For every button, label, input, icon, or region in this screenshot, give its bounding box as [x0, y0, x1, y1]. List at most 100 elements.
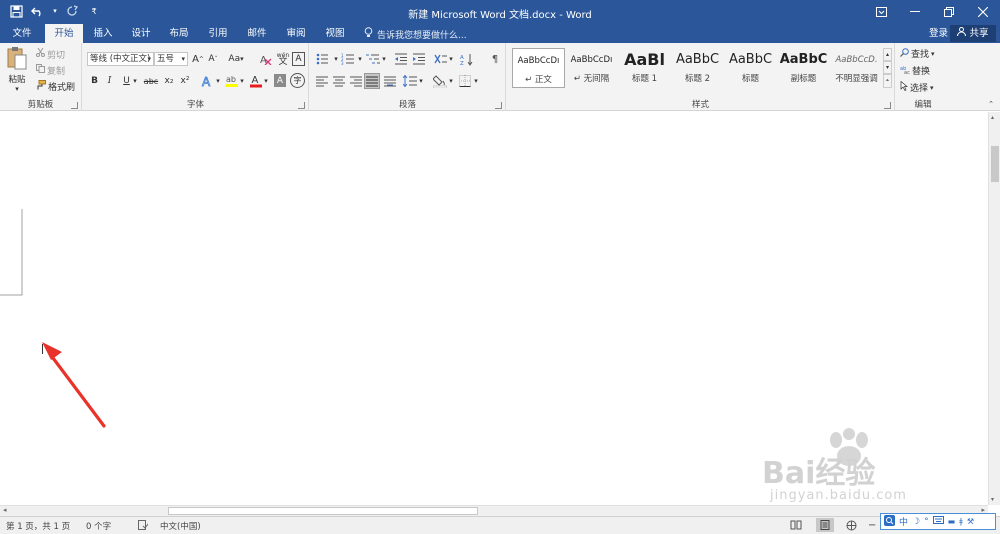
align-left-icon[interactable]: [315, 74, 329, 88]
web-layout-icon[interactable]: [846, 520, 857, 534]
tab-references[interactable]: 引用: [201, 24, 235, 43]
grow-font-icon[interactable]: A ^: [192, 52, 204, 66]
scroll-left-icon[interactable]: ◂: [3, 506, 7, 514]
paste-dropdown-icon[interactable]: ▾: [15, 85, 19, 93]
style-title[interactable]: AaBbC 标题: [724, 48, 777, 88]
styles-scroll-down-icon[interactable]: ▾: [883, 61, 892, 74]
tools-icon[interactable]: ǂ: [959, 517, 963, 526]
zoom-out-icon[interactable]: −: [868, 520, 876, 531]
highlight-dropdown-icon[interactable]: ▾: [239, 74, 245, 88]
paragraph-launcher-icon[interactable]: [495, 102, 502, 109]
copy-button[interactable]: 复制: [36, 63, 65, 77]
tell-me-box[interactable]: 告诉我您想要做什么...: [364, 27, 467, 41]
tab-file[interactable]: 文件: [4, 24, 40, 43]
italic-button[interactable]: I: [104, 74, 115, 88]
language-indicator[interactable]: 中文(中国): [160, 520, 201, 532]
ime-search-icon[interactable]: [884, 514, 895, 529]
replace-button[interactable]: ab ac 替换: [900, 64, 930, 78]
change-case-button[interactable]: Aa ▾: [226, 52, 246, 66]
scroll-up-icon[interactable]: ▴: [991, 114, 994, 121]
superscript-button[interactable]: x²: [179, 74, 191, 88]
style-no-spacing[interactable]: AaBbCcDı ↵ 无间隔: [565, 48, 618, 88]
text-effects-dropdown-icon[interactable]: ▾: [215, 74, 221, 88]
numbering-dropdown-icon[interactable]: ▾: [357, 52, 363, 66]
vertical-scrollbar[interactable]: ▴ ▾: [988, 112, 1000, 505]
close-icon[interactable]: [966, 0, 1000, 24]
minimize-icon[interactable]: [898, 0, 932, 24]
ime-toolbar[interactable]: 中 ☽ ° ▬ ǂ ⚒: [880, 513, 996, 530]
tab-mailings[interactable]: 邮件: [240, 24, 274, 43]
style-heading-2[interactable]: AaBbC 标题 2: [671, 48, 724, 88]
tab-home[interactable]: 开始: [45, 24, 83, 43]
keyboard-icon[interactable]: [932, 516, 944, 527]
vertical-scroll-thumb[interactable]: [991, 146, 999, 182]
subscript-button[interactable]: x₂: [163, 74, 175, 88]
enclose-characters-icon[interactable]: 字: [290, 73, 305, 88]
styles-scroll-up-icon[interactable]: ▴: [883, 48, 892, 61]
print-layout-icon[interactable]: [816, 518, 834, 532]
multilevel-dropdown-icon[interactable]: ▾: [381, 52, 387, 66]
tab-insert[interactable]: 插入: [86, 24, 120, 43]
wrench-icon[interactable]: ⚒: [967, 517, 974, 526]
tab-layout[interactable]: 布局: [162, 24, 196, 43]
read-mode-icon[interactable]: [790, 520, 802, 533]
style-heading-1[interactable]: AaBl 标题 1: [618, 48, 671, 88]
clipboard-launcher-icon[interactable]: [71, 102, 78, 109]
tab-design[interactable]: 设计: [124, 24, 158, 43]
style-normal[interactable]: AaBbCcDı ↵ 正文: [512, 48, 565, 88]
line-spacing-icon[interactable]: [402, 74, 418, 88]
font-color-icon[interactable]: A: [249, 73, 263, 89]
share-button[interactable]: 共享: [950, 25, 996, 42]
skin-icon[interactable]: ▬: [948, 517, 956, 526]
style-subtitle[interactable]: AaBbC 副标题: [777, 48, 830, 88]
align-center-icon[interactable]: [332, 74, 346, 88]
bullets-icon[interactable]: [314, 52, 334, 66]
proofing-icon[interactable]: [138, 520, 149, 533]
shading-dropdown-icon[interactable]: ▾: [448, 74, 454, 88]
collapse-ribbon-icon[interactable]: ⌃: [986, 99, 996, 109]
bold-button[interactable]: B: [89, 74, 100, 88]
font-name-combo[interactable]: 等线 (中文正文) ▾: [87, 52, 154, 66]
clear-formatting-icon[interactable]: A: [259, 52, 273, 66]
cut-button[interactable]: 剪切: [36, 47, 65, 61]
numbering-icon[interactable]: 123: [341, 52, 357, 66]
sign-in-link[interactable]: 登录: [929, 24, 948, 43]
ribbon-display-options-icon[interactable]: [864, 0, 898, 24]
multilevel-list-icon[interactable]: [365, 52, 381, 66]
distributed-icon[interactable]: [383, 74, 397, 88]
character-shading-icon[interactable]: A: [274, 74, 286, 87]
chinese-layout-icon[interactable]: [432, 52, 448, 66]
character-border-button[interactable]: A: [292, 52, 305, 66]
highlight-icon[interactable]: ab: [224, 73, 239, 89]
punctuation-icon[interactable]: °: [924, 517, 929, 527]
page-count[interactable]: 第 1 页，共 1 页: [6, 520, 70, 532]
select-button[interactable]: 选择 ▾: [900, 80, 934, 94]
horizontal-scrollbar[interactable]: ◂ ▸: [0, 505, 988, 516]
justify-icon[interactable]: [364, 73, 380, 89]
borders-dropdown-icon[interactable]: ▾: [473, 74, 479, 88]
style-subtle-emphasis[interactable]: AaBbCcD. 不明显强调: [830, 48, 883, 88]
tab-view[interactable]: 视图: [318, 24, 352, 43]
shading-icon[interactable]: [432, 73, 448, 89]
moon-icon[interactable]: ☽: [912, 517, 920, 527]
decrease-indent-icon[interactable]: [393, 52, 409, 66]
sort-icon[interactable]: AZ: [459, 52, 474, 66]
word-count[interactable]: 0 个字: [86, 520, 111, 532]
paste-button[interactable]: 粘贴 ▾: [4, 46, 30, 93]
text-effects-icon[interactable]: A: [199, 73, 215, 89]
align-right-icon[interactable]: [349, 74, 363, 88]
phonetic-guide-button[interactable]: wén 文: [276, 51, 290, 67]
restore-icon[interactable]: [932, 0, 966, 24]
show-marks-icon[interactable]: ¶: [488, 52, 502, 66]
styles-more-icon[interactable]: ⩡: [883, 74, 892, 88]
shrink-font-icon[interactable]: Aˇ: [207, 52, 219, 66]
horizontal-scroll-thumb[interactable]: [168, 507, 478, 515]
underline-dropdown-icon[interactable]: ▾: [132, 74, 138, 88]
line-spacing-dropdown-icon[interactable]: ▾: [418, 74, 424, 88]
format-painter-button[interactable]: 格式刷: [36, 79, 75, 93]
font-launcher-icon[interactable]: [298, 102, 305, 109]
chinese-layout-dropdown-icon[interactable]: ▾: [448, 52, 454, 66]
find-button[interactable]: 查找 ▾: [900, 47, 935, 60]
increase-indent-icon[interactable]: [411, 52, 427, 66]
borders-icon[interactable]: [458, 74, 472, 88]
